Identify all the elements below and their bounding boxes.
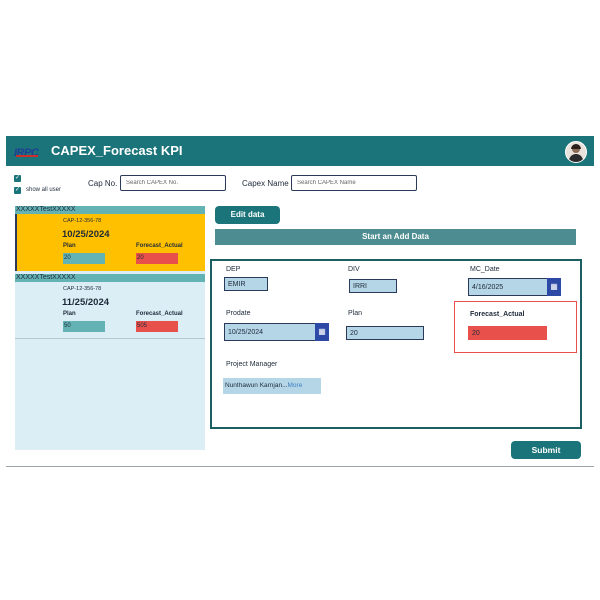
cap-no-search-input[interactable]: [120, 175, 226, 191]
card-name: XXXXXTestXXXXX: [15, 206, 205, 214]
dep-label: DEP: [226, 266, 241, 273]
card-plan-label: Plan: [63, 311, 76, 317]
card-date: 11/25/2024: [62, 297, 110, 308]
prodate-label: Prodate: [226, 310, 251, 317]
logo-text: IRPC: [14, 147, 39, 159]
plan-label: Plan: [348, 310, 363, 317]
card-cap-no: CAP-12-356-78: [63, 286, 102, 292]
card-forecast-value: 20: [136, 253, 178, 264]
plan-field[interactable]: 20: [346, 326, 424, 340]
card-forecast-value: 505: [136, 321, 178, 332]
card-date: 10/25/2024: [62, 229, 110, 240]
show-all-user-label: show all user: [26, 187, 62, 193]
add-data-banner[interactable]: Start an Add Data: [215, 229, 576, 245]
mc-date-field[interactable]: 4/16/2025: [468, 278, 548, 296]
prodate-field[interactable]: 10/25/2024: [224, 323, 316, 341]
project-manager-label: Project Manager: [226, 361, 278, 368]
selected-indicator: [15, 214, 17, 271]
project-manager-value: Nunthawun Karnjan...: [225, 382, 288, 389]
calendar-icon[interactable]: ▦: [315, 323, 329, 341]
user-avatar[interactable]: [565, 141, 587, 163]
cap-no-label: Cap No.: [88, 179, 118, 188]
edit-data-button[interactable]: Edit data: [215, 206, 280, 224]
app-container: IRPC CAPEX_Forecast KPI ✓ ✓ show all use…: [6, 136, 594, 467]
forecast-actual-label: Forecast_Actual: [470, 311, 525, 318]
div-label: DIV: [348, 266, 360, 273]
card-cap-no: CAP-12-356-78: [63, 218, 102, 224]
submit-button[interactable]: Submit: [511, 441, 581, 459]
card-name: XXXXXTestXXXXX: [15, 274, 205, 282]
checkbox-icon[interactable]: ✓: [14, 175, 21, 182]
capex-card[interactable]: XXXXXTestXXXXX CAP-12-356-78 11/25/2024 …: [15, 274, 205, 339]
capex-name-search-input[interactable]: [291, 175, 417, 191]
irpc-logo: IRPC: [14, 143, 46, 160]
card-plan-label: Plan: [63, 243, 76, 249]
avatar-body: [569, 154, 583, 162]
app-header: IRPC CAPEX_Forecast KPI: [6, 136, 594, 166]
avatar-hair: [571, 144, 581, 149]
more-link[interactable]: More: [288, 382, 303, 389]
mc-date-label: MC_Date: [470, 266, 500, 273]
forecast-actual-field[interactable]: 20: [468, 326, 547, 340]
logo-underline: [16, 155, 38, 157]
capex-card-selected[interactable]: XXXXXTestXXXXX CAP-12-356-78 10/25/2024 …: [15, 206, 205, 271]
dep-field[interactable]: EMIR: [224, 277, 268, 291]
show-all-user-checkbox[interactable]: ✓: [14, 187, 21, 194]
div-field[interactable]: IRRI: [349, 279, 397, 293]
card-forecast-label: Forecast_Actual: [136, 311, 183, 317]
card-forecast-label: Forecast_Actual: [136, 243, 183, 249]
calendar-icon[interactable]: ▦: [547, 278, 561, 296]
card-plan-value: 20: [63, 253, 105, 264]
capex-name-label: Capex Name: [242, 179, 289, 188]
app-title: CAPEX_Forecast KPI: [51, 143, 183, 158]
project-manager-field[interactable]: Nunthawun Karnjan...More: [223, 378, 321, 394]
card-plan-value: 50: [63, 321, 105, 332]
